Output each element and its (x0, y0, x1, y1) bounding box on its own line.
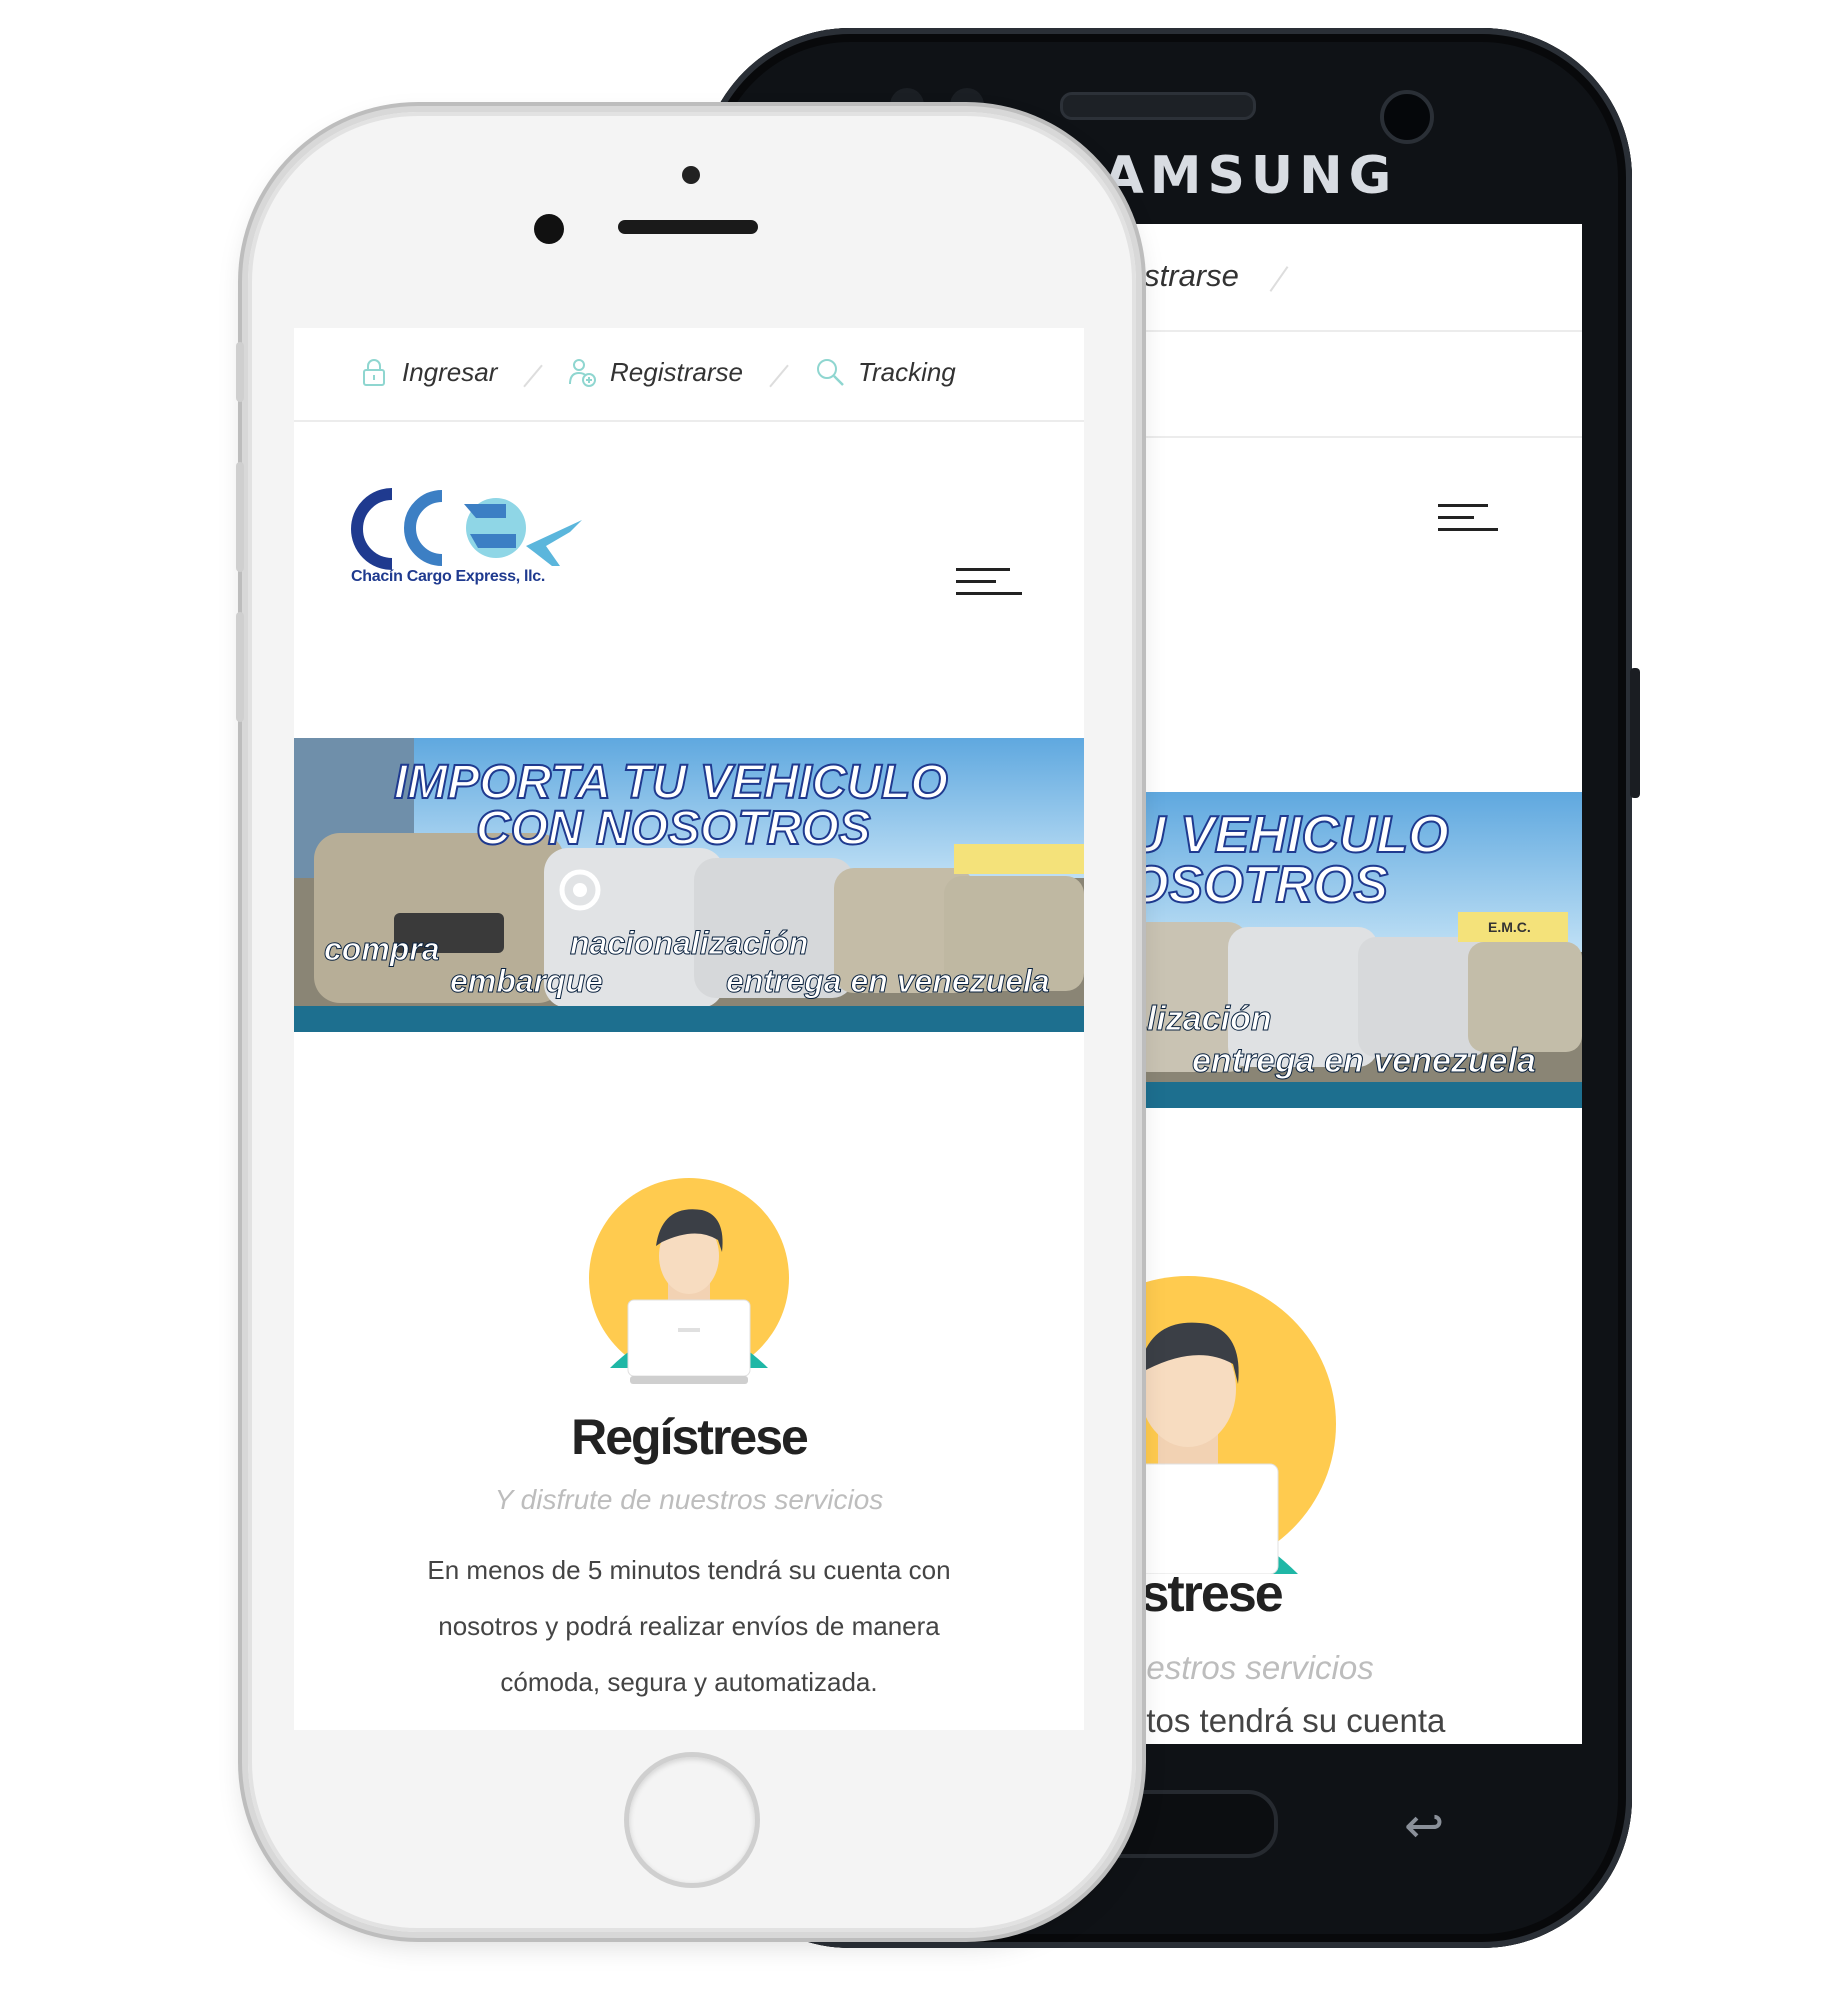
promo-banner[interactable]: IMPORTA TU VEHICULO CON NOSOTROS compra … (294, 738, 1084, 1032)
nav-login-label: Ingresar (402, 356, 498, 387)
home-button[interactable] (624, 1752, 760, 1888)
nav-tracking-label: Tracking (858, 356, 956, 387)
back-phone-screen: gistrarse E.M.C. U VEHICULO OSOTROS aliz… (1128, 224, 1582, 1744)
nav-register-link[interactable]: gistrarse (1128, 258, 1239, 294)
banner-bullet: entrega en venezuela (726, 963, 1050, 999)
nav-separator (523, 364, 543, 388)
front-camera-icon (1380, 90, 1434, 144)
nav-login[interactable]: Ingresar (358, 356, 497, 388)
nav-tracking[interactable]: Tracking (814, 356, 956, 388)
nav-register-label: Registrarse (610, 356, 743, 387)
register-subtitle: uestros servicios (1128, 1649, 1374, 1686)
proximity-sensor-icon (682, 166, 700, 184)
register-body: utos tendrá su cuenta (1128, 1702, 1446, 1739)
nav-separator (1269, 266, 1289, 292)
avatar-illustration (589, 1178, 789, 1384)
banner-bullet: entrega en venezuela (1192, 1042, 1536, 1080)
banner-headline-2: OSOTROS (1128, 856, 1388, 914)
banner-bullet: alización (1128, 1000, 1272, 1038)
front-phone-screen: Ingresar Registrarse Tracking Chacín Car… (294, 328, 1084, 1730)
front-camera-icon (534, 214, 564, 244)
volume-up-button[interactable] (236, 462, 244, 572)
mute-switch[interactable] (236, 342, 244, 402)
promo-banner[interactable]: E.M.C. U VEHICULO OSOTROS alización entr… (1128, 792, 1582, 1108)
register-body: En menos de 5 minutos tendrá su cuenta c… (427, 1555, 951, 1697)
earpiece-speaker (618, 220, 758, 234)
volume-down-button[interactable] (236, 612, 244, 722)
add-user-icon (569, 359, 596, 387)
banner-bullet: embarque (450, 963, 603, 999)
hamburger-menu-icon[interactable] (1438, 504, 1498, 531)
banner-headline-2: CON NOSOTROS (476, 802, 871, 855)
top-nav: gistrarse (1128, 224, 1582, 332)
nav-register[interactable]: Registrarse (566, 356, 743, 388)
lock-icon (363, 359, 385, 386)
banner-sign: E.M.C. (1488, 919, 1531, 935)
avatar-illustration (1128, 1276, 1336, 1574)
banner-bullet: compra (324, 931, 440, 967)
register-title: Regístrese (571, 1409, 809, 1465)
register-subtitle: Y disfrute de nuestros servicios (494, 1484, 884, 1515)
header-area (1128, 332, 1582, 438)
register-title: ístrese (1128, 1565, 1284, 1623)
back-key-icon[interactable]: ↩ (1404, 1798, 1444, 1854)
logo-text: Chacín Cargo Express, llc. (351, 568, 546, 585)
nav-separator (769, 364, 789, 388)
hamburger-menu-icon[interactable] (956, 568, 1022, 595)
top-nav: Ingresar Registrarse Tracking (294, 328, 1084, 422)
earpiece-speaker (1060, 92, 1256, 120)
side-button[interactable] (1630, 668, 1640, 798)
banner-image: IMPORTA TU VEHICULO CON NOSOTROS compra … (294, 738, 1084, 1032)
search-icon (817, 359, 844, 386)
banner-image: E.M.C. U VEHICULO OSOTROS alización entr… (1128, 792, 1582, 1108)
banner-bullet: nacionalización (570, 925, 808, 961)
